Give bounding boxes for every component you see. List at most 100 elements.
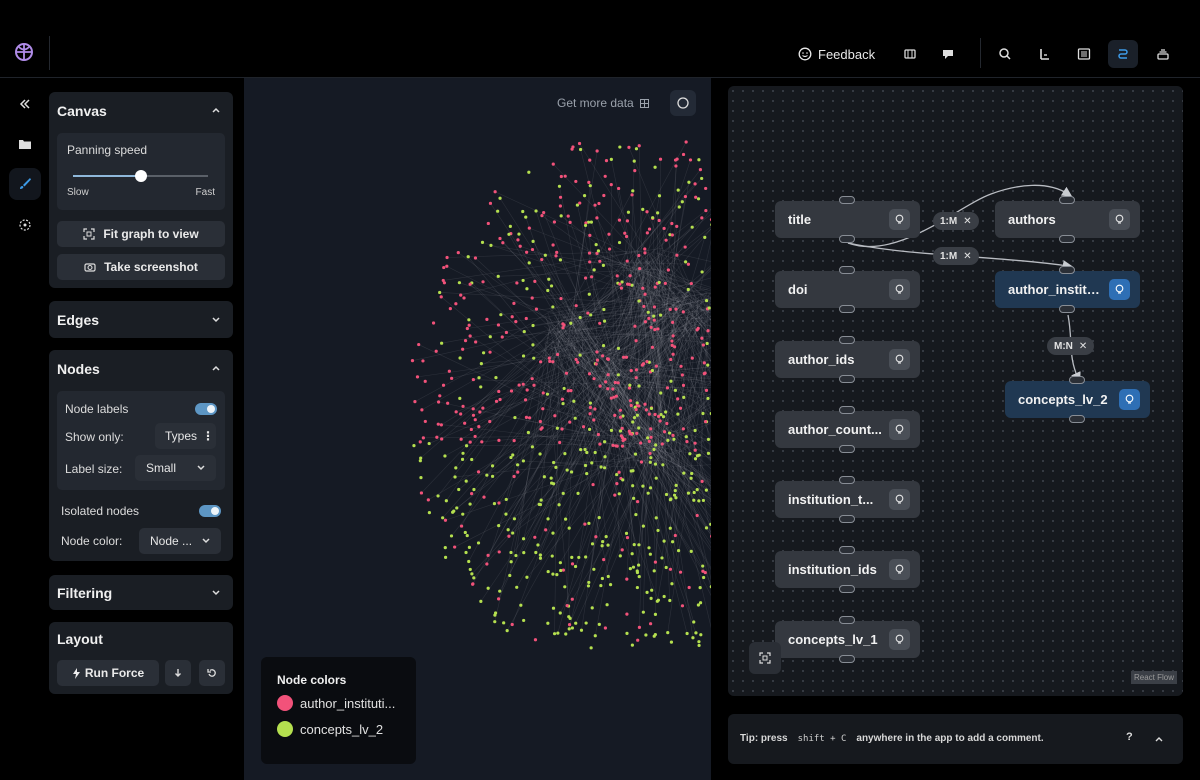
lightbulb-icon[interactable] xyxy=(889,629,910,650)
schema-node[interactable]: institution_t... xyxy=(775,476,920,523)
node-handle-bottom[interactable] xyxy=(839,585,855,593)
chevron-down-icon[interactable] xyxy=(211,315,221,325)
node-handle-bottom[interactable] xyxy=(1059,235,1075,243)
schema-node-selected[interactable]: concepts_lv_2 xyxy=(1005,376,1150,423)
edges-panel[interactable]: Edges xyxy=(49,301,233,338)
graph-edge xyxy=(553,163,640,256)
graph-node xyxy=(564,371,569,375)
brush-icon[interactable] xyxy=(9,168,41,200)
graph-node xyxy=(454,410,458,414)
react-flow-attribution[interactable]: React Flow xyxy=(1130,671,1177,684)
edge-label[interactable]: M:N ✕ xyxy=(1047,337,1095,355)
fit-graph-button[interactable]: Fit graph to view xyxy=(57,221,225,247)
run-force-button[interactable]: Run Force xyxy=(57,660,159,686)
graph-node xyxy=(631,189,635,193)
graph-node xyxy=(554,465,558,469)
filtering-panel[interactable]: Filtering xyxy=(49,575,233,610)
schema-node[interactable]: institution_ids xyxy=(775,546,920,593)
lightbulb-icon[interactable] xyxy=(889,489,910,510)
close-icon[interactable]: ✕ xyxy=(963,251,971,262)
fit-view-button[interactable] xyxy=(749,642,781,674)
label-size-select[interactable]: Small xyxy=(135,455,216,481)
schema-icon[interactable] xyxy=(1108,40,1138,68)
slider-thumb[interactable] xyxy=(134,170,147,182)
node-handle-bottom[interactable] xyxy=(839,515,855,523)
collapse-icon[interactable] xyxy=(9,88,41,120)
graph-node xyxy=(632,542,636,547)
graph-node xyxy=(599,465,603,469)
chevron-up-icon[interactable] xyxy=(211,105,221,115)
lightbulb-icon[interactable] xyxy=(889,209,910,230)
node-handle-bottom[interactable] xyxy=(839,445,855,453)
table-icon[interactable] xyxy=(1069,40,1099,68)
screenshot-button[interactable]: Take screenshot xyxy=(57,254,225,280)
graph-node xyxy=(651,216,655,220)
graph-node xyxy=(689,549,693,553)
close-icon[interactable]: ✕ xyxy=(963,216,971,227)
node-handle-top[interactable] xyxy=(839,406,855,414)
node-color-select[interactable]: Node ... xyxy=(139,528,221,554)
node-handle-top[interactable] xyxy=(1059,196,1075,204)
sort-icon[interactable] xyxy=(1029,40,1059,68)
schema-node[interactable]: author_count... xyxy=(775,406,920,453)
node-labels-toggle[interactable] xyxy=(195,403,217,415)
app-logo-icon[interactable] xyxy=(12,40,36,64)
select-icon[interactable] xyxy=(9,209,41,241)
help-button[interactable]: ? xyxy=(1126,731,1133,743)
schema-node[interactable]: title xyxy=(775,196,920,243)
node-handle-top[interactable] xyxy=(839,616,855,624)
show-only-select[interactable]: Types ⋮ xyxy=(155,423,216,449)
node-handle-top[interactable] xyxy=(839,336,855,344)
node-handle-top[interactable] xyxy=(839,196,855,204)
feedback-button[interactable]: Feedback xyxy=(798,44,875,64)
lightbulb-icon[interactable] xyxy=(1109,279,1130,300)
node-handle-top[interactable] xyxy=(1069,376,1085,384)
record-button[interactable] xyxy=(670,90,696,116)
schema-node[interactable]: doi xyxy=(775,266,920,313)
search-icon[interactable] xyxy=(990,40,1020,68)
schema-canvas[interactable]: title doi author_ids author_count... ins… xyxy=(728,86,1183,696)
schema-node-selected[interactable]: author_institu... xyxy=(995,266,1140,313)
graph-node xyxy=(583,463,588,468)
chevron-up-icon[interactable] xyxy=(1154,734,1164,744)
stack-icon[interactable] xyxy=(1148,40,1178,68)
node-handle-bottom[interactable] xyxy=(1059,305,1075,313)
ticket-icon[interactable] xyxy=(933,40,963,68)
edge-label[interactable]: 1:M ✕ xyxy=(933,212,979,230)
lightbulb-icon[interactable] xyxy=(889,559,910,580)
lightbulb-icon[interactable] xyxy=(889,419,910,440)
lightbulb-icon[interactable] xyxy=(1119,389,1140,410)
get-more-data-button[interactable]: Get more data xyxy=(557,96,649,110)
isolated-toggle[interactable] xyxy=(199,505,221,517)
node-handle-bottom[interactable] xyxy=(839,235,855,243)
schema-node[interactable]: concepts_lv_1 xyxy=(775,616,920,663)
panning-slider[interactable] xyxy=(73,170,208,182)
chevron-up-icon[interactable] xyxy=(211,363,221,373)
lightbulb-icon[interactable] xyxy=(889,349,910,370)
schema-node[interactable]: authors xyxy=(995,196,1140,243)
graph-canvas[interactable]: Get more data Node colors author_institu… xyxy=(244,78,711,780)
graph-node xyxy=(650,368,655,373)
graph-node xyxy=(603,455,607,459)
schema-node[interactable]: author_ids xyxy=(775,336,920,383)
node-handle-top[interactable] xyxy=(839,266,855,274)
node-handle-bottom[interactable] xyxy=(839,375,855,383)
node-handle-top[interactable] xyxy=(839,546,855,554)
node-handle-top[interactable] xyxy=(839,476,855,484)
graph-node xyxy=(680,200,684,204)
folder-icon[interactable] xyxy=(9,128,41,160)
edge-label[interactable]: 1:M ✕ xyxy=(933,247,979,265)
node-handle-bottom[interactable] xyxy=(839,305,855,313)
layout-direction-button[interactable] xyxy=(165,660,191,686)
close-icon[interactable]: ✕ xyxy=(1079,341,1087,352)
map-icon[interactable] xyxy=(895,40,925,68)
graph-node xyxy=(670,339,674,343)
lightbulb-icon[interactable] xyxy=(889,279,910,300)
reset-layout-button[interactable] xyxy=(199,660,225,686)
graph-node xyxy=(560,397,565,401)
lightbulb-icon[interactable] xyxy=(1109,209,1130,230)
chevron-down-icon[interactable] xyxy=(211,588,221,598)
node-handle-bottom[interactable] xyxy=(1069,415,1085,423)
node-handle-bottom[interactable] xyxy=(839,655,855,663)
node-handle-top[interactable] xyxy=(1059,266,1075,274)
